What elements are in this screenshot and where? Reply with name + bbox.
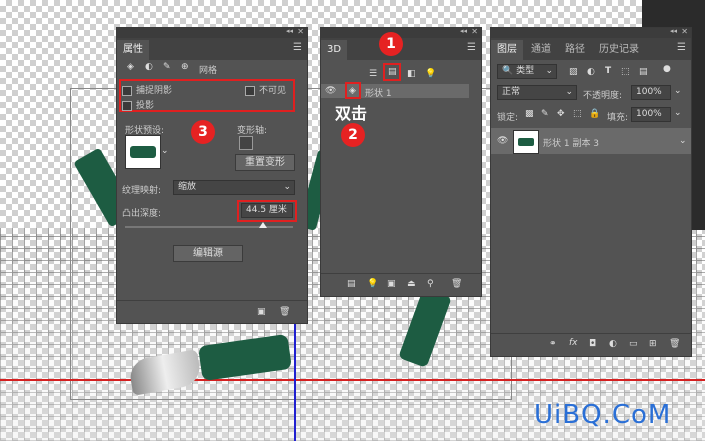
scene-filter-icon[interactable]: ☰ <box>369 69 377 79</box>
layer-thumbnail[interactable] <box>513 130 539 154</box>
layer-visibility-eye-icon[interactable]: 👁 <box>497 136 508 146</box>
extrusion-slider-handle[interactable] <box>258 222 267 228</box>
fill-dropdown-icon[interactable]: ⌄ <box>674 108 682 118</box>
tab-3d[interactable]: 3D <box>321 40 348 60</box>
reset-deform-button[interactable]: 重置变形 <box>235 154 295 171</box>
filter-toggle-icon[interactable]: ● <box>663 64 671 74</box>
cap-icon[interactable]: ✎ <box>163 62 171 72</box>
3d-panel-menu-icon[interactable]: ☰ <box>467 42 476 53</box>
3d-layer-row[interactable] <box>321 84 469 98</box>
lock-paint-icon[interactable]: ✎ <box>541 109 549 119</box>
delete-layer-icon[interactable]: 🗑 <box>669 339 680 349</box>
opacity-input[interactable]: 100% <box>631 85 671 100</box>
trash-icon[interactable]: 🗑 <box>279 307 290 317</box>
lock-move-icon[interactable]: ✥ <box>557 109 565 119</box>
material-filter-icon[interactable]: ◧ <box>407 69 416 79</box>
layers-panel: ◂◂ ✕ 图层 通道 路径 历史记录 ☰ 🔍 类型 ⌄ ▨ ◐ T ⬚ ▤ ● 正常… <box>490 27 692 357</box>
badge-1: 1 <box>379 32 403 56</box>
texture-map-label: 纹理映射: <box>122 186 162 196</box>
layers-panel-menu-icon[interactable]: ☰ <box>677 42 686 53</box>
edit-source-button[interactable]: 编辑源 <box>173 245 243 262</box>
mesh-filter-icon[interactable]: ▤ <box>388 67 397 77</box>
lock-transparent-icon[interactable]: ▩ <box>525 109 534 119</box>
shape-preset-thumbnail[interactable] <box>125 135 161 169</box>
tab-channels[interactable]: 通道 <box>525 40 557 60</box>
blend-mode-select[interactable]: 正常 ⌄ <box>497 85 577 100</box>
watermark-logo: UiBQ.CoM <box>534 400 672 430</box>
deform-axis-widget[interactable] <box>239 136 253 150</box>
tab-history[interactable]: 历史记录 <box>593 40 645 60</box>
capture-shadow-checkbox[interactable]: 捕捉阴影 <box>122 83 172 96</box>
render-3d-icon[interactable]: ▣ <box>387 279 396 289</box>
adjustment-layer-icon[interactable]: ◐ <box>609 339 617 349</box>
lock-all-icon[interactable]: 🔒 <box>589 109 600 119</box>
extrusion-depth-label: 凸出深度: <box>122 209 162 219</box>
filter-smart-icon[interactable]: ▤ <box>639 67 648 77</box>
fill-label: 填充: <box>607 113 629 123</box>
cast-shadow-checkbox[interactable]: 投影 <box>122 98 154 111</box>
light-filter-icon[interactable]: 💡 <box>425 69 436 79</box>
figure-icon[interactable]: ⚲ <box>427 279 434 289</box>
ground-icon[interactable]: ⏏ <box>407 279 416 289</box>
extrusion-slider-track[interactable] <box>125 226 293 228</box>
properties-panel: ◂◂ ✕ 属性 ☰ ◈ ◐ ✎ ⊕ 网格 捕捉阴影 不可见 投影 3 形状预设: … <box>116 27 308 324</box>
fill-input[interactable]: 100% <box>631 107 671 122</box>
lock-artboard-icon[interactable]: ⬚ <box>573 109 582 119</box>
link-layers-icon[interactable]: ⚭ <box>549 339 557 349</box>
invisible-checkbox[interactable]: 不可见 <box>245 83 286 96</box>
y-axis-line <box>294 322 296 441</box>
panel-menu-icon[interactable]: ☰ <box>293 42 302 53</box>
opacity-dropdown-icon[interactable]: ⌄ <box>674 86 682 96</box>
render-icon[interactable]: ▣ <box>257 307 266 317</box>
visibility-eye-icon[interactable]: 👁 <box>325 86 336 96</box>
opacity-label: 不透明度: <box>583 91 623 101</box>
3d-panel: ◂◂ ✕ 3D ☰ 1 ☰ ▤ ◧ 💡 👁 ◈ 形状 1 双击 2 ▤ 💡 ▣ ⏏… <box>320 27 482 297</box>
3d-mesh-icon[interactable]: ◈ <box>349 86 356 96</box>
add-mask-icon[interactable]: ◘ <box>589 339 596 349</box>
tab-layers[interactable]: 图层 <box>491 40 523 60</box>
preset-dropdown-icon[interactable]: ⌄ <box>161 146 169 156</box>
filter-type-icon[interactable]: T <box>605 66 611 76</box>
filter-adjust-icon[interactable]: ◐ <box>587 67 595 77</box>
extrusion-depth-input[interactable]: 44.5 厘米 <box>241 203 293 218</box>
tab-paths[interactable]: 路径 <box>559 40 591 60</box>
filter-shape-icon[interactable]: ⬚ <box>621 67 630 77</box>
new-group-icon[interactable]: ▭ <box>629 339 638 349</box>
deform-icon[interactable]: ◐ <box>145 62 153 72</box>
deform-axis-label: 变形轴: <box>237 126 268 136</box>
scene-icon[interactable]: ▤ <box>347 279 356 289</box>
mesh-label: 网格 <box>199 66 218 76</box>
new-layer-icon[interactable]: ⊞ <box>649 339 657 349</box>
delete-3d-icon[interactable]: 🗑 <box>451 279 462 289</box>
add-light-icon[interactable]: 💡 <box>367 279 378 289</box>
texture-map-select[interactable]: 缩放 ⌄ <box>173 180 295 195</box>
double-click-label: 双击 <box>335 104 368 123</box>
badge-2: 2 <box>341 123 365 147</box>
mesh-icon[interactable]: ◈ <box>127 62 134 72</box>
x-axis-line <box>0 379 705 381</box>
coordinates-icon[interactable]: ⊕ <box>181 62 189 72</box>
layer-name[interactable]: 形状 1 副本 3 <box>543 136 599 149</box>
layer-expand-icon[interactable]: ⌄ <box>679 136 687 146</box>
layer-filter-select[interactable]: 🔍 类型 ⌄ <box>497 64 557 79</box>
tab-properties[interactable]: 属性 <box>117 40 149 60</box>
lock-label: 锁定: <box>497 113 519 123</box>
badge-3: 3 <box>191 120 215 144</box>
3d-layer-name[interactable]: 形状 1 <box>365 86 392 99</box>
layer-style-icon[interactable]: fx <box>569 338 578 348</box>
filter-pixel-icon[interactable]: ▨ <box>569 67 578 77</box>
